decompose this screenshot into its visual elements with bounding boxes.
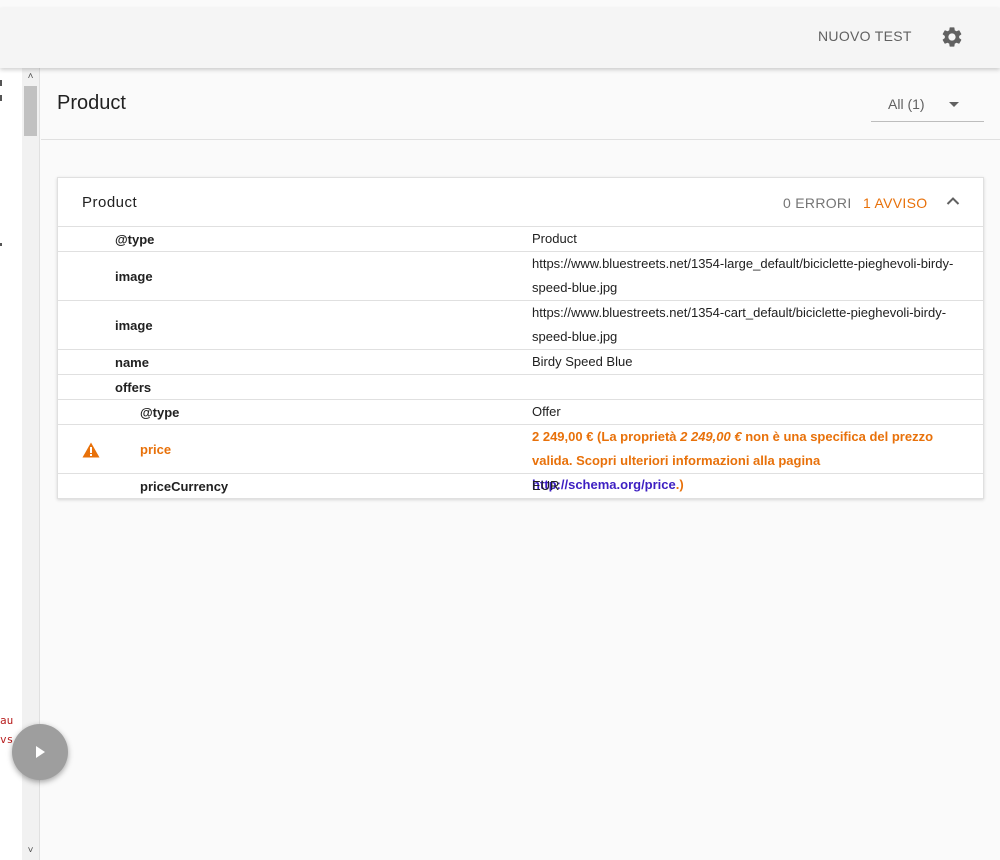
- table-row: image https://www.bluestreets.net/1354-c…: [58, 301, 983, 350]
- scrollbar-thumb[interactable]: [24, 86, 37, 136]
- property-name: image: [115, 318, 153, 333]
- property-name: offers: [115, 380, 152, 395]
- property-value: EUR: [532, 478, 560, 493]
- filter-selected-value: All (1): [888, 96, 925, 112]
- property-name: image: [115, 269, 153, 284]
- chevron-up-icon[interactable]: [946, 196, 960, 206]
- code-glyph: [0, 80, 2, 86]
- caret-down-icon: [949, 102, 959, 107]
- table-row: priceCurrency EUR: [58, 474, 983, 499]
- property-value: https://www.bluestreets.net/1354-large_d…: [532, 256, 954, 295]
- table-row: offers: [58, 375, 983, 400]
- property-value: Offer: [532, 404, 561, 419]
- code-glyph: [0, 243, 2, 246]
- top-app-bar: NUOVO TEST: [0, 8, 1000, 68]
- results-filter-dropdown[interactable]: All (1): [871, 88, 984, 122]
- code-glyph: [0, 95, 2, 101]
- play-icon: [36, 746, 45, 758]
- property-name: @type: [140, 405, 180, 420]
- run-test-button[interactable]: [12, 724, 68, 780]
- scroll-down-arrow-icon[interactable]: ˅: [22, 844, 39, 858]
- warning-text: 2 249,00 € (La proprietà: [532, 429, 681, 444]
- structured-data-card: Product 0 ERRORI 1 AVVISO @type Product …: [57, 177, 984, 499]
- card-title: Product: [82, 194, 138, 211]
- property-name: price: [140, 442, 172, 457]
- table-row: image https://www.bluestreets.net/1354-l…: [58, 252, 983, 301]
- errors-count: 0 ERRORI: [783, 195, 852, 211]
- property-value: Birdy Speed Blue: [532, 354, 633, 369]
- table-row-warning: price 2 249,00 € (La proprietà 2 249,00 …: [58, 425, 983, 492]
- scroll-up-arrow-icon[interactable]: ˄: [22, 70, 39, 84]
- results-header: Product All (1): [41, 68, 1000, 140]
- page-title: Product: [57, 92, 126, 114]
- table-row: @type Offer: [58, 400, 983, 425]
- property-value: Product: [532, 231, 577, 246]
- warnings-count: 1 AVVISO: [863, 195, 928, 211]
- warning-value-italic: 2 249,00 €: [680, 429, 742, 444]
- table-row: @type Product: [58, 227, 983, 252]
- code-fragment: au: [0, 714, 14, 727]
- new-test-button[interactable]: NUOVO TEST: [818, 28, 912, 44]
- gear-icon[interactable]: [940, 25, 964, 49]
- property-value: https://www.bluestreets.net/1354-cart_de…: [532, 305, 947, 344]
- warning-icon: [82, 442, 100, 458]
- property-name: @type: [115, 232, 155, 247]
- card-header[interactable]: Product 0 ERRORI 1 AVVISO: [58, 178, 983, 227]
- table-row: name Birdy Speed Blue: [58, 350, 983, 375]
- code-fragment: vs: [0, 733, 14, 746]
- property-name: priceCurrency: [140, 479, 229, 494]
- property-name: name: [115, 355, 149, 370]
